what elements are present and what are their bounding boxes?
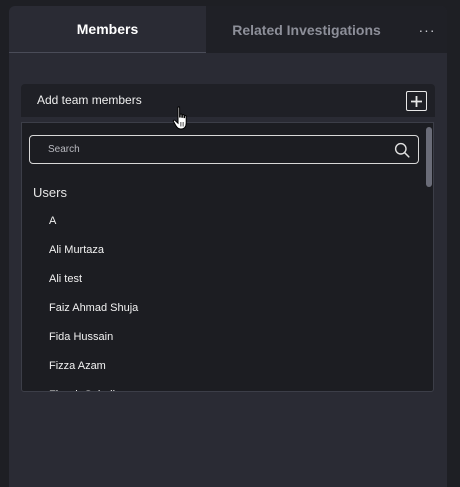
search-icon[interactable]: [394, 142, 410, 158]
tab-bar: Members Related Investigations ···: [9, 6, 447, 53]
members-dropdown: Users A Ali Murtaza Ali test Faiz Ahmad …: [21, 122, 434, 392]
members-panel: Members Related Investigations ··· Add t…: [9, 6, 447, 487]
list-item[interactable]: Faiz Ahmad Shuja: [22, 294, 422, 323]
list-item[interactable]: Ali test: [22, 265, 422, 294]
users-group-label: Users: [33, 185, 67, 200]
search-box: [29, 135, 419, 164]
search-input[interactable]: [31, 137, 381, 162]
plus-icon: [411, 95, 422, 107]
list-item[interactable]: A: [22, 207, 422, 236]
list-item[interactable]: Fida Hussain: [22, 323, 422, 352]
list-item[interactable]: Fizzah Sohail: [22, 381, 422, 391]
add-team-members-bar[interactable]: Add team members: [21, 84, 435, 117]
tab-members[interactable]: Members: [9, 6, 206, 53]
add-team-members-label: Add team members: [37, 93, 142, 107]
scrollbar-thumb[interactable]: [426, 127, 432, 187]
more-options-button[interactable]: ···: [407, 6, 447, 53]
tab-related-investigations[interactable]: Related Investigations: [206, 6, 407, 53]
dropdown-scrollbar[interactable]: [425, 123, 433, 391]
list-item[interactable]: Ali Murtaza: [22, 236, 422, 265]
hand-pointer-icon: [172, 106, 187, 130]
user-list: A Ali Murtaza Ali test Faiz Ahmad Shuja …: [22, 207, 422, 391]
list-item[interactable]: Fizza Azam: [22, 352, 422, 381]
add-member-button[interactable]: [406, 91, 427, 111]
more-options-icon: ···: [418, 21, 436, 38]
